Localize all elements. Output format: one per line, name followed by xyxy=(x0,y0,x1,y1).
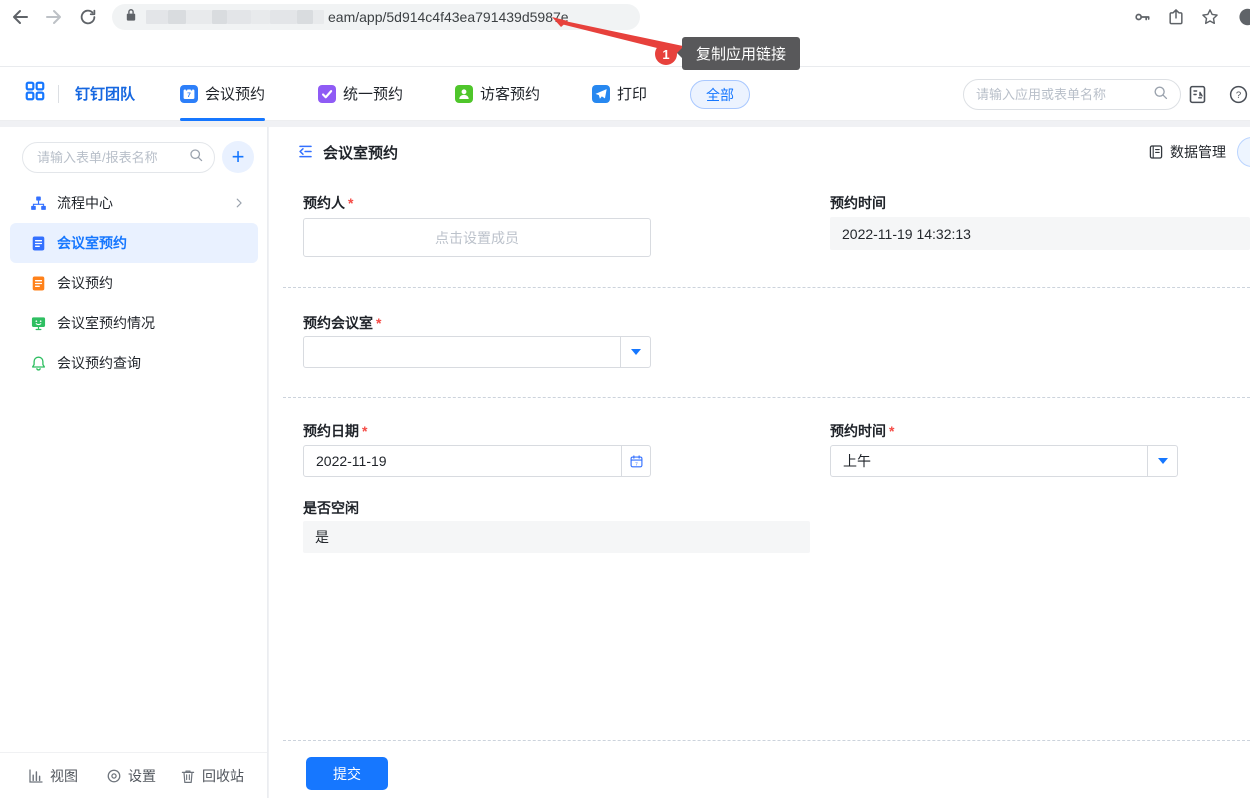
views-button[interactable]: 视图 xyxy=(28,766,78,786)
nav-divider xyxy=(58,85,59,103)
app-root: eam/app/5d914c4f43ea791439d5987e 1 复制应用链… xyxy=(0,0,1250,798)
main-panel: 会议室预约 数据管理 预约人* 预约时间 2022-11-19 14:32:13… xyxy=(269,127,1250,798)
field-label-time-slot: 预约时间* xyxy=(830,421,894,441)
chevron-down-icon xyxy=(1158,458,1168,464)
sidebar-item-meeting-reserve[interactable]: 会议预约 xyxy=(10,263,258,303)
sidebar-item-room-status[interactable]: 会议室预约情况 xyxy=(10,303,258,343)
collapse-sidebar-icon[interactable] xyxy=(297,143,314,160)
data-manage-icon xyxy=(1148,144,1164,160)
sidebar-item-reserve-query[interactable]: 会议预约查询 xyxy=(10,343,258,383)
date-picker-field[interactable]: 7 xyxy=(303,445,651,477)
bell-icon xyxy=(30,355,47,372)
url-redacted-blur xyxy=(146,10,324,24)
share-icon[interactable] xyxy=(1164,5,1188,29)
edge-avatar-button[interactable] xyxy=(1237,137,1250,167)
form-directory-icon[interactable] xyxy=(1186,83,1209,106)
check-app-icon xyxy=(318,85,336,103)
svg-text:?: ? xyxy=(1236,90,1241,101)
app-grid-icon[interactable] xyxy=(24,80,46,107)
dropdown-button[interactable] xyxy=(1147,446,1177,476)
svg-text:7: 7 xyxy=(187,92,191,99)
chevron-right-icon xyxy=(232,196,246,210)
reload-icon[interactable] xyxy=(76,5,100,29)
annotation-tooltip: 复制应用链接 xyxy=(682,37,800,70)
send-app-icon xyxy=(592,85,610,103)
section-divider xyxy=(283,397,1250,398)
team-name[interactable]: 钉钉团队 xyxy=(75,83,135,104)
tab-print[interactable]: 打印 xyxy=(592,67,647,120)
sidebar-item-flow-center[interactable]: 流程中心 xyxy=(10,183,258,223)
bookmark-star-icon[interactable] xyxy=(1198,5,1222,29)
sidebar-footer: 视图 设置 回收站 xyxy=(0,752,267,798)
calendar-icon: 7 xyxy=(629,454,644,469)
field-label-reserve-date: 预约日期* xyxy=(303,421,367,441)
trash-icon xyxy=(180,768,196,784)
date-input[interactable] xyxy=(304,446,621,476)
form-search-box[interactable] xyxy=(22,142,215,173)
sidebar-item-meeting-room-reserve[interactable]: 会议室预约 xyxy=(10,223,258,263)
add-form-button[interactable]: + xyxy=(222,141,254,173)
profile-icon[interactable] xyxy=(1232,5,1250,29)
submit-button[interactable]: 提交 xyxy=(306,757,388,790)
bar-chart-icon xyxy=(28,768,44,784)
search-icon xyxy=(1152,84,1169,106)
flow-center-icon xyxy=(30,195,47,212)
url-bar[interactable]: eam/app/5d914c4f43ea791439d5987e xyxy=(112,4,640,30)
meeting-room-select[interactable] xyxy=(303,336,651,368)
field-label-is-free: 是否空闲 xyxy=(303,498,359,518)
section-divider xyxy=(283,287,1250,288)
annotation-step-badge: 1 xyxy=(655,43,677,65)
page-title: 会议室预约 xyxy=(323,142,398,163)
browser-toolbar: eam/app/5d914c4f43ea791439d5987e xyxy=(0,0,1250,34)
member-picker-field[interactable] xyxy=(303,218,651,257)
tab-unified-reserve[interactable]: 统一预约 xyxy=(318,67,403,120)
dropdown-button[interactable] xyxy=(620,337,650,367)
settings-button[interactable]: 设置 xyxy=(106,766,156,786)
calendar-app-icon: 7 xyxy=(180,85,198,103)
chevron-down-icon xyxy=(631,349,641,355)
recycle-bin-button[interactable]: 回收站 xyxy=(180,766,244,786)
forward-icon[interactable] xyxy=(42,5,66,29)
field-label-created-time: 预约时间 xyxy=(830,193,886,213)
visitor-app-icon xyxy=(455,85,473,103)
board-icon xyxy=(30,315,47,332)
app-nav-bar: 钉钉团队 7 会议预约 统一预约 访客预约 打印 全部 ? xyxy=(0,66,1250,121)
sidebar: + 流程中心 会议室预约 会议预约 会议室预约情况 会议预约查询 视图 xyxy=(0,127,268,798)
help-icon[interactable]: ? xyxy=(1227,83,1250,106)
padlock-icon xyxy=(124,7,138,28)
url-text: eam/app/5d914c4f43ea791439d5987e xyxy=(328,9,569,25)
is-free-readonly-field: 是 xyxy=(303,521,810,553)
app-search-box[interactable] xyxy=(963,79,1181,110)
footer-divider xyxy=(283,740,1250,741)
created-time-readonly-field: 2022-11-19 14:32:13 xyxy=(830,217,1250,250)
time-slot-select[interactable]: 上午 xyxy=(830,445,1178,477)
data-manage-button[interactable]: 数据管理 xyxy=(1148,142,1226,162)
tab-meeting-reserve[interactable]: 7 会议预约 xyxy=(180,67,265,120)
app-search-input[interactable] xyxy=(976,87,1152,102)
main-header: 会议室预约 数据管理 xyxy=(269,127,1250,175)
field-label-reserver: 预约人* xyxy=(303,193,353,213)
form-icon xyxy=(30,275,47,292)
form-search-input[interactable] xyxy=(37,150,188,165)
all-filter-pill[interactable]: 全部 xyxy=(690,80,750,109)
gear-icon xyxy=(106,768,122,784)
search-icon xyxy=(188,147,204,168)
back-icon[interactable] xyxy=(8,5,32,29)
calendar-button[interactable]: 7 xyxy=(621,446,650,476)
tab-visitor-reserve[interactable]: 访客预约 xyxy=(455,67,540,120)
form-icon xyxy=(30,235,47,252)
member-picker-input[interactable] xyxy=(304,219,650,256)
key-icon[interactable] xyxy=(1130,5,1154,29)
field-label-meeting-room: 预约会议室* xyxy=(303,313,381,333)
svg-text:7: 7 xyxy=(635,461,638,467)
